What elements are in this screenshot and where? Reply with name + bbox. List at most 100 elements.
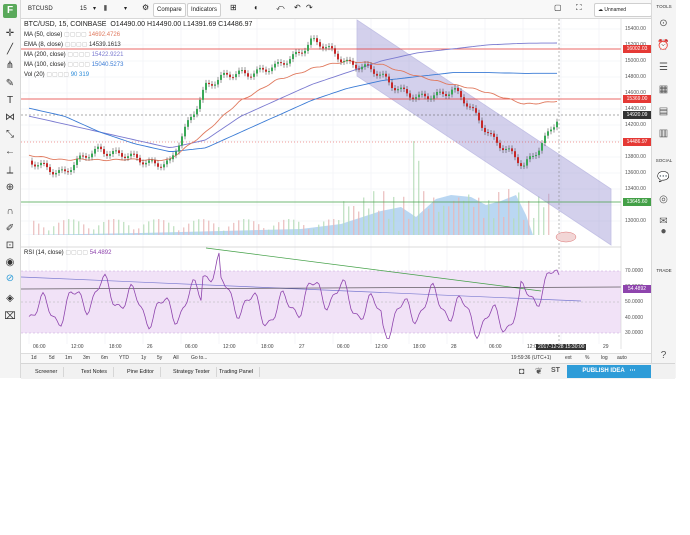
legend-controls-icon[interactable]: ▢▢▢▢ bbox=[65, 42, 88, 48]
legend-controls-icon[interactable]: ▢▢▢▢ bbox=[67, 62, 90, 68]
candle-body bbox=[97, 146, 99, 149]
hotlist-icon[interactable]: ▦ bbox=[656, 84, 671, 96]
candle-body bbox=[340, 59, 342, 62]
pattern-icon[interactable]: ⋈ bbox=[4, 112, 16, 124]
tf-all[interactable]: All bbox=[173, 355, 179, 361]
legend-row-ema8[interactable]: EMA (8, close) ▢▢▢▢ 14539.1613 bbox=[24, 40, 252, 50]
magnet-icon[interactable]: ∩ bbox=[4, 206, 16, 218]
trendline-icon[interactable]: ╱ bbox=[4, 44, 16, 56]
legend-controls-icon[interactable]: ▢▢▢▢ bbox=[46, 72, 69, 78]
tf-1m[interactable]: 1m bbox=[65, 355, 72, 361]
trash-icon[interactable]: ⌧ bbox=[4, 311, 16, 323]
back-arrow-icon[interactable]: ← bbox=[4, 146, 16, 158]
candle-body bbox=[166, 160, 168, 165]
candle-body bbox=[130, 153, 132, 157]
chevron-down-icon[interactable]: ▾ bbox=[90, 3, 99, 15]
candle-body bbox=[445, 94, 447, 97]
volume-bar bbox=[203, 219, 205, 235]
streams-icon[interactable]: ◎ bbox=[656, 194, 671, 206]
help-icon[interactable]: ? bbox=[656, 350, 671, 362]
alert-bulb-icon[interactable]: ◐ bbox=[251, 2, 262, 14]
measure-icon[interactable]: ⟂ bbox=[4, 165, 16, 177]
unnamed-layout-button[interactable]: ☁ Unnamed bbox=[594, 3, 652, 17]
tab-screener[interactable]: Screener bbox=[29, 367, 65, 377]
tf-3m[interactable]: 3m bbox=[83, 355, 90, 361]
crosshair-time-tag: 2017-12-28 15:30:00 bbox=[536, 344, 587, 350]
legend-row-ma100[interactable]: MA (100, close) ▢▢▢▢ 15040.5273 bbox=[24, 60, 252, 70]
templates-icon[interactable]: ⊞ bbox=[227, 2, 240, 14]
percent-toggle[interactable]: % bbox=[585, 355, 589, 361]
brush-icon[interactable]: ✎ bbox=[4, 78, 16, 90]
tab-text-notes[interactable]: Text Notes bbox=[75, 367, 114, 377]
log-toggle[interactable]: log bbox=[601, 355, 608, 361]
legend-ohlc: O14490.00 H14490.00 L14391.69 C14486.97 bbox=[110, 21, 253, 28]
stocktwits-icon[interactable]: ST bbox=[551, 367, 560, 374]
legend-controls-icon[interactable]: ▢▢▢▢ bbox=[67, 52, 90, 58]
ideas-stream-icon[interactable]: ▥ bbox=[656, 128, 671, 140]
candle-body bbox=[52, 172, 54, 175]
tf-6m[interactable]: 6m bbox=[101, 355, 108, 361]
tf-ytd[interactable]: YTD bbox=[119, 355, 129, 361]
volume-bar bbox=[73, 219, 75, 235]
publish-idea-button[interactable]: PUBLISH IDEA ⋯ bbox=[567, 365, 651, 378]
indicators-button[interactable]: Indicators bbox=[187, 3, 222, 17]
alerts-icon[interactable]: ⏰ bbox=[656, 40, 671, 52]
legend-controls-icon[interactable]: ▢▢▢▢ bbox=[65, 250, 88, 256]
chat-icon[interactable]: 💬 bbox=[656, 172, 671, 184]
camera-icon[interactable]: ◘ bbox=[519, 366, 524, 376]
tf-5d[interactable]: 5d bbox=[49, 355, 55, 361]
crosshair-icon[interactable]: ✛ bbox=[4, 28, 16, 40]
symbol-search[interactable]: BTCUSD bbox=[25, 3, 56, 15]
pencil-lock-icon[interactable]: ✐ bbox=[4, 223, 16, 235]
pitchfork-icon[interactable]: ⋔ bbox=[4, 60, 16, 72]
volume-bar bbox=[328, 219, 330, 235]
layers-icon[interactable]: ◈ bbox=[4, 293, 16, 305]
bulb-icon[interactable]: ● bbox=[656, 226, 671, 238]
bar-style-icon[interactable]: ⫼ bbox=[101, 3, 110, 15]
settings-gear-icon[interactable]: ⚙ bbox=[139, 2, 152, 14]
auto-toggle[interactable]: auto bbox=[617, 355, 627, 361]
candle-body bbox=[148, 160, 150, 163]
rsi-legend[interactable]: RSI (14, close) ▢▢▢▢ 54.4892 bbox=[24, 249, 111, 256]
candle-body bbox=[328, 46, 330, 48]
tab-pine-editor[interactable]: Pine Editor bbox=[121, 367, 161, 377]
candle-body bbox=[322, 46, 324, 49]
calendar-icon[interactable]: ▤ bbox=[656, 106, 671, 118]
fullscreen-icon[interactable]: ⛶ bbox=[573, 2, 585, 14]
legend-row-ma50[interactable]: MA (50, close) ▢▢▢▢ 14692.4726 bbox=[24, 30, 252, 40]
tab-strategy-tester[interactable]: Strategy Tester bbox=[167, 367, 217, 377]
text-icon[interactable]: T bbox=[4, 95, 16, 107]
app-logo[interactable]: F bbox=[3, 4, 17, 18]
watchlist-icon[interactable]: ⊙ bbox=[656, 18, 671, 30]
candle-body bbox=[301, 52, 303, 54]
candle-body bbox=[478, 112, 480, 121]
candle-body bbox=[532, 155, 534, 157]
link-icon[interactable]: ⊘ bbox=[4, 273, 16, 285]
interval-select[interactable]: 15 bbox=[77, 3, 90, 15]
lock-icon[interactable]: ⊡ bbox=[4, 240, 16, 252]
volume-bar bbox=[43, 227, 45, 235]
bar-style-dropdown-icon[interactable]: ▾ bbox=[121, 3, 130, 15]
legend-row-ma200[interactable]: MA (200, close) ▢▢▢▢ 15422.9221 bbox=[24, 50, 252, 60]
twitter-icon[interactable]: ❦ bbox=[535, 366, 543, 377]
tf-1d[interactable]: 1d bbox=[31, 355, 37, 361]
tf-5y[interactable]: 5y bbox=[157, 355, 162, 361]
layout-grid-icon[interactable]: ▢ bbox=[551, 2, 565, 14]
tab-trading-panel[interactable]: Trading Panel bbox=[213, 367, 261, 377]
replay-icon[interactable]: ⤺ bbox=[273, 2, 288, 14]
legend-controls-icon[interactable]: ▢▢▢▢ bbox=[64, 32, 87, 38]
compare-button[interactable]: Compare bbox=[153, 3, 186, 17]
volume-bar bbox=[453, 200, 455, 235]
prediction-icon[interactable]: ⤡ bbox=[4, 129, 16, 141]
eye-icon[interactable]: ◉ bbox=[4, 257, 16, 269]
undo-icon[interactable]: ↶ bbox=[291, 2, 304, 14]
ext-toggle[interactable]: ext bbox=[565, 355, 572, 361]
legend-row-vol[interactable]: Vol (20) ▢▢▢▢ 90 319 bbox=[24, 70, 252, 80]
redo-icon[interactable]: ↷ bbox=[303, 2, 316, 14]
data-window-icon[interactable]: ☰ bbox=[656, 62, 671, 74]
goto-date[interactable]: Go to... bbox=[191, 355, 207, 361]
zoom-icon[interactable]: ⊕ bbox=[4, 182, 16, 194]
tf-1y[interactable]: 1y bbox=[141, 355, 146, 361]
candle-body bbox=[367, 64, 369, 66]
event-flag-icon[interactable] bbox=[555, 231, 577, 243]
